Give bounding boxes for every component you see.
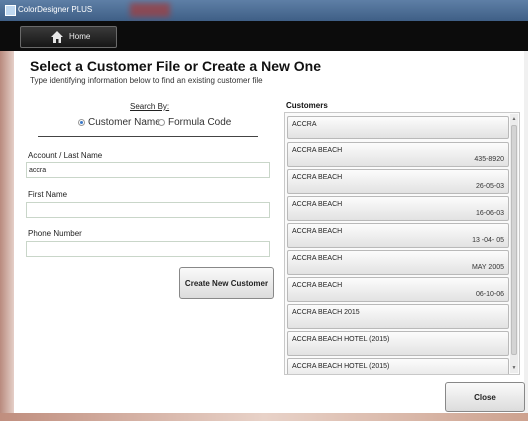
- list-item[interactable]: ACCRA BEACH 435-8920: [287, 142, 509, 167]
- radio-formula-code-label: Formula Code: [168, 117, 232, 128]
- radio-customer-name[interactable]: Customer Name: [78, 117, 161, 128]
- list-item[interactable]: ACCRA: [287, 116, 509, 139]
- scroll-thumb[interactable]: [511, 125, 517, 355]
- app-icon: [5, 5, 16, 16]
- window-title: ColorDesigner PLUS: [18, 5, 93, 14]
- list-item[interactable]: ACCRA BEACH HOTEL (2015): [287, 331, 509, 356]
- search-by-label: Search By:: [130, 102, 170, 111]
- close-button[interactable]: Close: [445, 382, 525, 412]
- list-item[interactable]: ACCRA BEACH HOTEL (2015): [287, 358, 509, 374]
- search-divider: [38, 136, 258, 137]
- account-last-name-field[interactable]: [26, 162, 270, 178]
- title-bar-glare: [130, 3, 170, 17]
- create-new-customer-button[interactable]: Create New Customer: [179, 267, 274, 299]
- bottom-edge-decoration: [0, 413, 528, 421]
- customer-name: ACCRA BEACH: [292, 147, 343, 154]
- list-item[interactable]: ACCRA BEACH 26-05-03: [287, 169, 509, 194]
- customers-scrollbar[interactable]: ▲ ▼: [510, 114, 518, 373]
- page-subtitle: Type identifying information below to fi…: [30, 76, 263, 85]
- customers-list[interactable]: ACCRA ACCRA BEACH 435-8920 ACCRA BEACH 2…: [284, 112, 520, 375]
- home-icon: [51, 31, 63, 43]
- scroll-down-icon[interactable]: ▼: [510, 364, 518, 372]
- phone-number-label: Phone Number: [28, 229, 82, 238]
- account-last-name-label: Account / Last Name: [28, 151, 103, 160]
- customer-name: ACCRA BEACH: [292, 174, 343, 181]
- page-title: Select a Customer File or Create a New O…: [30, 58, 321, 74]
- title-bar: ColorDesigner PLUS: [0, 0, 528, 21]
- customers-label: Customers: [286, 101, 328, 110]
- first-name-field[interactable]: [26, 202, 270, 218]
- customer-detail: 435-8920: [474, 156, 504, 163]
- radio-unselected-icon[interactable]: [158, 119, 165, 126]
- customer-name: ACCRA BEACH: [292, 282, 343, 289]
- phone-number-field[interactable]: [26, 241, 270, 257]
- customer-detail: 26-05-03: [475, 183, 504, 190]
- list-item[interactable]: ACCRA BEACH 2015: [287, 304, 509, 329]
- customer-name: ACCRA BEACH: [292, 255, 343, 262]
- home-button[interactable]: Home: [20, 26, 117, 48]
- customer-detail: 06-10-06: [475, 291, 504, 298]
- radio-formula-code[interactable]: Formula Code: [158, 117, 231, 128]
- radio-selected-icon[interactable]: [78, 119, 85, 126]
- customer-name: ACCRA BEACH: [292, 228, 343, 235]
- customer-name: ACCRA BEACH HOTEL (2015): [292, 336, 390, 343]
- radio-customer-name-label: Customer Name: [88, 117, 161, 128]
- customer-detail: MAY 2005: [471, 264, 504, 271]
- list-item[interactable]: ACCRA BEACH 16-06-03: [287, 196, 509, 221]
- customer-name: ACCRA BEACH HOTEL (2015): [292, 363, 390, 370]
- left-edge-decoration: [0, 51, 14, 421]
- list-item[interactable]: ACCRA BEACH MAY 2005: [287, 250, 509, 275]
- list-item[interactable]: ACCRA BEACH 06-10-06: [287, 277, 509, 302]
- app-window: ColorDesigner PLUS Home Select a Custome…: [0, 0, 528, 421]
- customer-name: ACCRA BEACH: [292, 201, 343, 208]
- customer-name: ACCRA BEACH 2015: [292, 309, 360, 316]
- top-nav-bar: Home: [0, 21, 528, 51]
- list-item[interactable]: ACCRA BEACH 13 -04- 05: [287, 223, 509, 248]
- customer-detail: 13 -04- 05: [472, 237, 504, 244]
- customer-detail: 16-06-03: [475, 210, 504, 217]
- customer-name: ACCRA: [292, 121, 317, 128]
- first-name-label: First Name: [28, 190, 68, 199]
- home-label: Home: [69, 32, 91, 41]
- scroll-up-icon[interactable]: ▲: [510, 115, 518, 123]
